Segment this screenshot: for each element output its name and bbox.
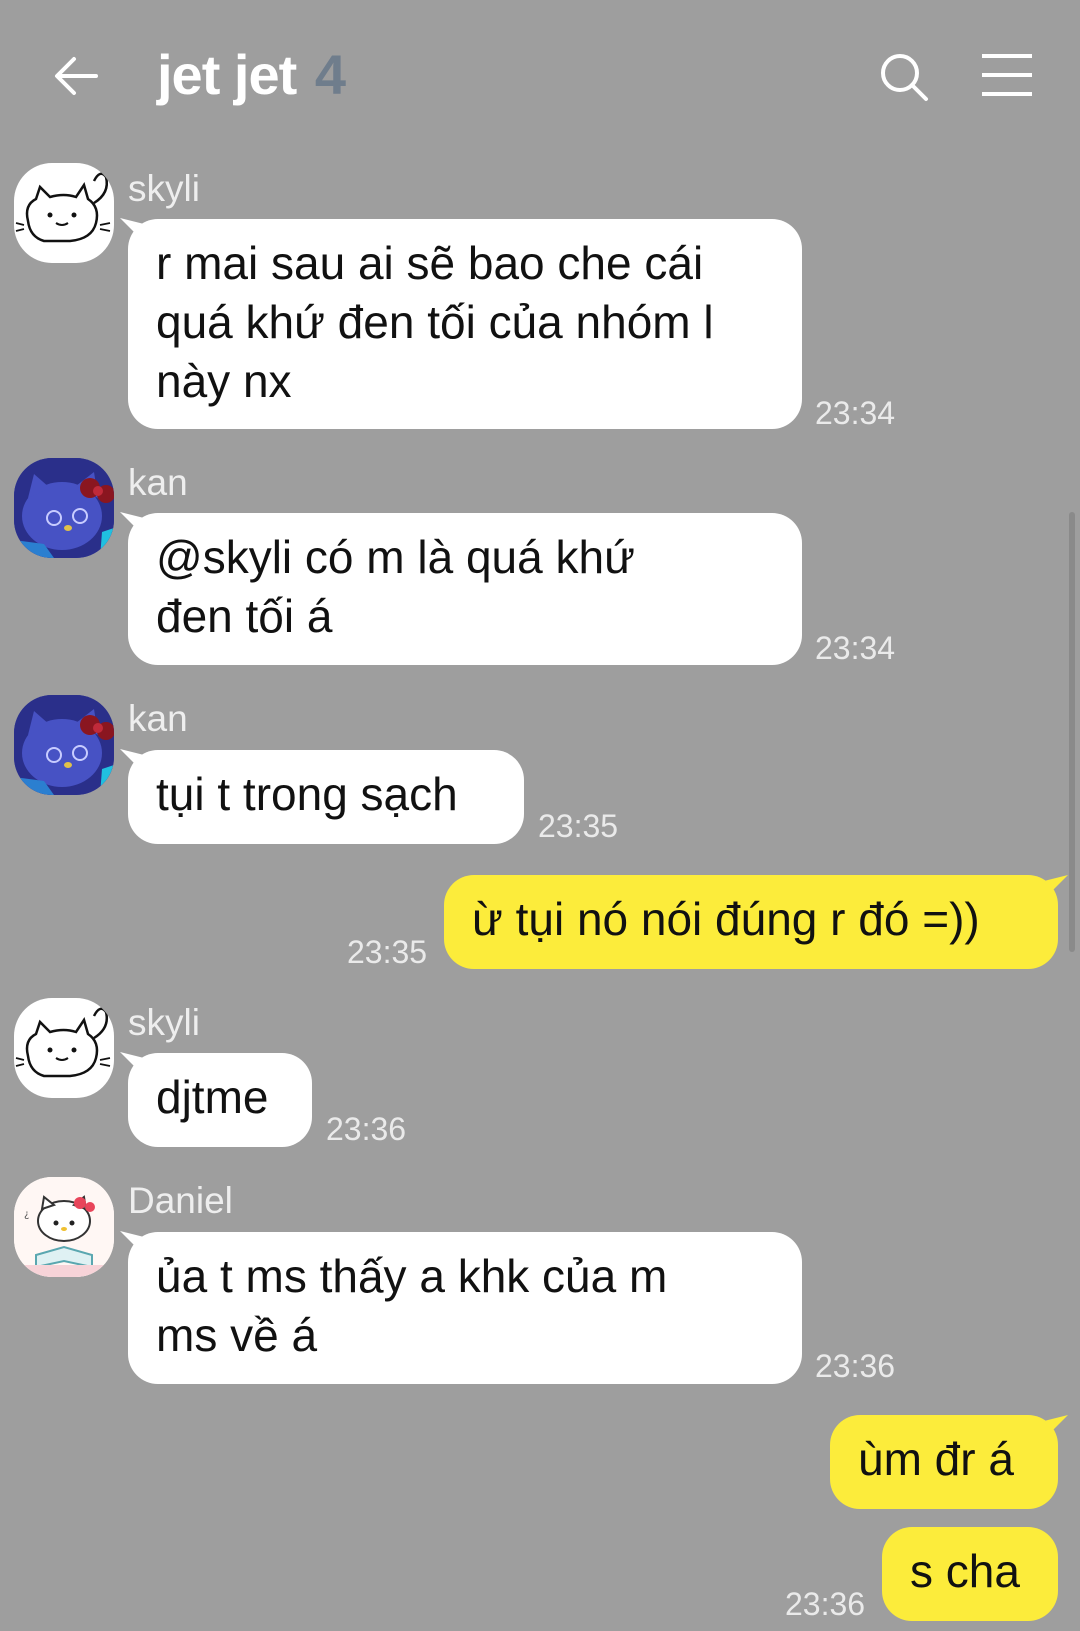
bubble-tail xyxy=(1044,1415,1068,1439)
message-time: 23:34 xyxy=(815,630,896,666)
chat-header: jet jet 4 xyxy=(0,0,1080,150)
blue-kitty-avatar[interactable] xyxy=(14,695,114,795)
member-count: 4 xyxy=(314,43,346,106)
message-text: ừ tụi nó nói đúng r đó =)) xyxy=(472,893,980,945)
message-text: r mai sau ai sẽ bao che cái xyxy=(156,237,704,289)
message-time: 23:34 xyxy=(815,395,896,431)
scrollbar[interactable] xyxy=(1069,512,1075,952)
message-text: đen tối á xyxy=(156,590,333,642)
message-text: ùm đr á xyxy=(858,1433,1014,1485)
sender-name: kan xyxy=(128,462,188,503)
sender-name: skyli xyxy=(128,1002,200,1043)
message-time: 23:36 xyxy=(815,1348,896,1384)
message-text: này nx xyxy=(156,355,292,407)
cat-doodle-avatar[interactable] xyxy=(14,998,114,1098)
message-bubble[interactable]: r mai sau ai sẽ bao che cái quá khứ đen … xyxy=(128,219,802,429)
message-time: 23:35 xyxy=(347,934,428,970)
message-text: s cha xyxy=(910,1545,1020,1597)
message-text: quá khứ đen tối của nhóm l xyxy=(156,296,714,348)
message-text: ủa t ms thấy a khk của m xyxy=(156,1250,668,1302)
chat-title: jet jet 4 xyxy=(157,42,346,107)
message-bubble-outgoing[interactable]: ùm đr á xyxy=(830,1415,1058,1509)
sender-name: kan xyxy=(128,698,188,739)
message-bubble[interactable]: ủa t ms thấy a khk của m ms về á xyxy=(128,1232,802,1384)
message-time: 23:36 xyxy=(326,1111,407,1147)
svg-text:¿: ¿ xyxy=(24,1209,29,1220)
search-icon[interactable] xyxy=(876,50,932,106)
message-bubble[interactable]: tụi t trong sạch xyxy=(128,750,524,844)
message-text: tụi t trong sạch xyxy=(156,768,458,820)
hamburger-menu-icon[interactable] xyxy=(980,52,1034,98)
message-bubble[interactable]: djtme xyxy=(128,1053,312,1147)
message-time: 23:35 xyxy=(538,808,619,844)
chat-title-text: jet jet xyxy=(157,43,297,106)
sender-name: Daniel xyxy=(128,1180,233,1221)
message-time: 23:36 xyxy=(785,1586,866,1622)
message-text: djtme xyxy=(156,1071,269,1123)
sender-name: skyli xyxy=(128,168,200,209)
bubble-tail xyxy=(1044,875,1068,899)
message-text: ms về á xyxy=(156,1309,318,1361)
message-text: @skyli có m là quá khứ xyxy=(156,531,635,583)
message-bubble[interactable]: @skyli có m là quá khứ đen tối á xyxy=(128,513,802,665)
cat-doodle-avatar[interactable] xyxy=(14,163,114,263)
blue-kitty-avatar[interactable] xyxy=(14,458,114,558)
message-bubble-outgoing[interactable]: s cha xyxy=(882,1527,1058,1621)
arrow-left-icon[interactable] xyxy=(50,50,102,102)
message-bubble-outgoing[interactable]: ừ tụi nó nói đúng r đó =)) xyxy=(444,875,1058,969)
hello-kitty-avatar[interactable]: ¿ xyxy=(14,1177,114,1277)
